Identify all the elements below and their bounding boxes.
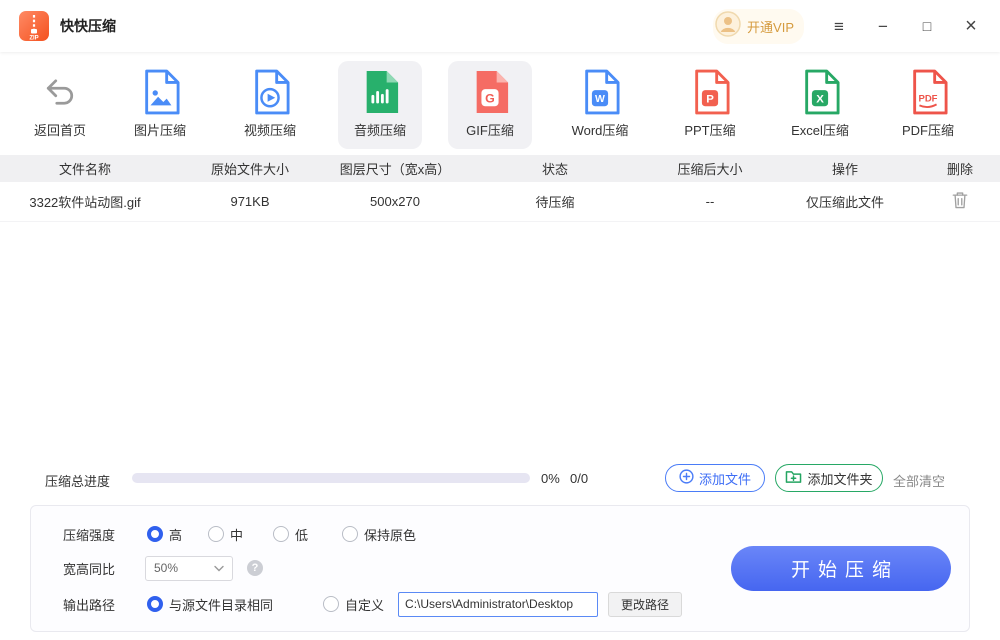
toolbar-item-label: PPT压缩 (684, 123, 736, 138)
toolbar-item-label: Word压缩 (571, 123, 629, 138)
cell-dimensions: 500x270 (370, 194, 420, 209)
change-path-button[interactable]: 更改路径 (608, 591, 683, 617)
column-header-filename: 文件名称 (58, 162, 111, 177)
strength-label: 压缩强度 (63, 527, 116, 543)
video-doc-icon (250, 67, 290, 117)
radio-selected-icon (147, 526, 163, 542)
column-header-dimensions: 图层尺寸（宽x高） (339, 162, 451, 177)
radio-icon (323, 596, 340, 612)
strength-option-keep-color[interactable]: 保持原色 (342, 525, 416, 544)
excel-doc-icon: X (800, 67, 840, 117)
cell-filename: 3322软件站动图.gif (29, 195, 141, 210)
cell-original-size: 971KB (230, 194, 270, 209)
avatar-icon (715, 10, 741, 42)
clear-all-button[interactable]: 全部清空 (893, 471, 945, 490)
svg-text:G: G (485, 91, 495, 105)
vip-button[interactable]: 开通VIP (713, 8, 804, 44)
app-title: 快快压缩 (60, 18, 116, 34)
back-icon (44, 67, 76, 117)
radio-selected-icon (147, 596, 163, 612)
table-row: 3322软件站动图.gif 971KB 500x270 待压缩 -- 仅压缩此文… (0, 182, 1000, 222)
toolbar-item-label: 图片压缩 (133, 123, 186, 138)
svg-text:ZIP: ZIP (29, 36, 38, 42)
ratio-label: 宽高同比 (63, 561, 116, 577)
strength-option-medium[interactable]: 中 (208, 525, 243, 544)
radio-icon (342, 526, 359, 542)
svg-text:PDF: PDF (918, 94, 937, 105)
cell-compressed-size: -- (705, 194, 715, 209)
app-window: ZIP 快快压缩 开通VIP ≡ − □ × 返回首页 图片压缩 视频压缩 音频… (0, 0, 1000, 640)
maximize-icon[interactable]: □ (918, 19, 936, 33)
toolbar-item-pdf[interactable]: PDF PDF压缩 (886, 61, 970, 149)
settings-panel: 压缩强度 高 中 低 保持原色 宽高同比 50% ? 输出路径 与源文件目录相同… (30, 505, 970, 632)
strength-option-high[interactable]: 高 (147, 525, 182, 544)
toolbar-item-word[interactable]: W Word压缩 (558, 61, 642, 149)
toolbar-item-gif[interactable]: G GIF压缩 (448, 61, 532, 149)
add-folder-button[interactable]: 添加文件夹 (775, 464, 883, 492)
total-progress-label: 压缩总进度 (45, 474, 111, 489)
ratio-row: 宽高同比 50% ? (63, 555, 263, 581)
output-option-custom[interactable]: 自定义 (323, 595, 384, 614)
compress-this-file-link[interactable]: 仅压缩此文件 (770, 192, 920, 211)
toolbar-item-label: 返回首页 (33, 123, 86, 138)
column-header-compressed-size: 压缩后大小 (677, 162, 743, 177)
trash-icon[interactable] (952, 191, 968, 212)
ratio-select[interactable]: 50% (145, 555, 233, 581)
toolbar-item-label: PDF压缩 (901, 123, 954, 138)
add-file-label: 添加文件 (698, 471, 751, 487)
column-header-action: 操作 (831, 162, 858, 177)
image-doc-icon (140, 67, 180, 117)
toolbar-item-video[interactable]: 视频压缩 (228, 61, 312, 149)
progress-percent: 0% (541, 471, 560, 486)
radio-icon (208, 526, 225, 542)
titlebar: ZIP 快快压缩 开通VIP ≡ − □ × (0, 0, 1000, 52)
toolbar-item-home[interactable]: 返回首页 (18, 61, 102, 149)
toolbar-item-image[interactable]: 图片压缩 (118, 61, 202, 149)
toolbar-item-audio[interactable]: 音频压缩 (338, 61, 422, 149)
strength-option-low[interactable]: 低 (273, 525, 308, 544)
toolbar-item-label: Excel压缩 (791, 123, 849, 138)
titlebar-right: 开通VIP ≡ − □ × (713, 8, 1000, 44)
add-file-button[interactable]: 添加文件 (665, 464, 765, 492)
folder-plus-icon (785, 469, 802, 487)
minimize-icon[interactable]: − (874, 18, 892, 35)
column-header-delete: 删除 (946, 162, 973, 177)
vip-label: 开通VIP (747, 19, 794, 35)
table-header: 文件名称 原始文件大小 图层尺寸（宽x高） 状态 压缩后大小 操作 删除 (0, 155, 1000, 182)
toolbar: 返回首页 图片压缩 视频压缩 音频压缩 G GIF压缩 W Word压缩 P P… (0, 52, 1000, 155)
svg-text:X: X (816, 93, 824, 105)
audio-doc-icon (360, 67, 400, 117)
progress-count: 0/0 (570, 471, 589, 486)
menu-icon[interactable]: ≡ (830, 18, 848, 35)
word-doc-icon: W (580, 67, 620, 117)
toolbar-item-ppt[interactable]: P PPT压缩 (668, 61, 752, 149)
toolbar-item-excel[interactable]: X Excel压缩 (778, 61, 862, 149)
radio-icon (273, 526, 290, 542)
toolbar-item-label: 音频压缩 (353, 123, 406, 138)
ppt-doc-icon: P (690, 67, 730, 117)
gif-doc-icon: G (470, 67, 510, 117)
start-compression-button[interactable]: 开始压缩 (731, 546, 951, 591)
progress-bar (132, 473, 530, 483)
chevron-down-icon (214, 559, 224, 577)
svg-text:W: W (595, 94, 605, 105)
svg-text:P: P (706, 93, 714, 105)
ratio-value: 50% (154, 561, 179, 575)
toolbar-item-label: 视频压缩 (243, 123, 296, 138)
custom-path-input[interactable] (398, 591, 599, 617)
strength-row: 压缩强度 高 中 低 保持原色 (63, 522, 416, 546)
output-option-same-dir[interactable]: 与源文件目录相同 (147, 595, 273, 614)
app-logo-icon: ZIP (18, 10, 50, 42)
close-icon[interactable]: × (962, 16, 980, 36)
cell-status: 待压缩 (535, 195, 575, 210)
output-label: 输出路径 (63, 597, 116, 613)
plus-circle-icon (679, 469, 694, 487)
toolbar-item-label: GIF压缩 (466, 123, 514, 138)
column-header-original-size: 原始文件大小 (210, 162, 289, 177)
column-header-status: 状态 (541, 162, 568, 177)
add-folder-label: 添加文件夹 (807, 471, 873, 487)
output-row: 输出路径 与源文件目录相同 自定义 更改路径 (63, 591, 683, 617)
help-icon[interactable]: ? (247, 560, 263, 576)
pdf-doc-icon: PDF (908, 67, 948, 117)
